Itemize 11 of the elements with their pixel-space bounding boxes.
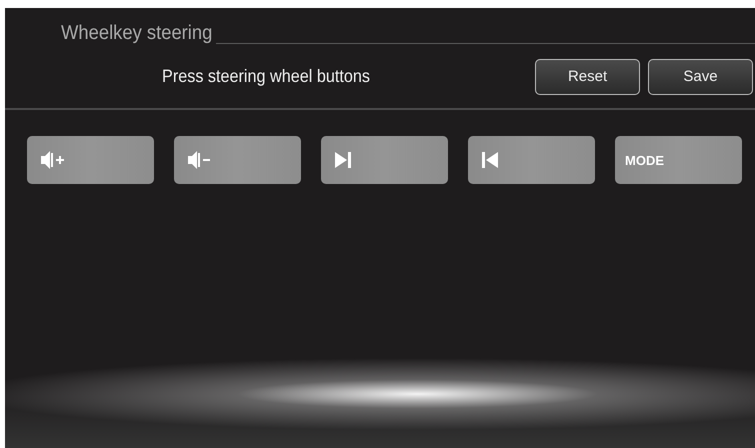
steering-key-button[interactable] [468, 136, 595, 184]
action-button[interactable]: Reset [535, 58, 640, 94]
skip-next-icon [335, 152, 351, 168]
steering-key-button[interactable] [321, 136, 448, 184]
volume-up-icon [41, 151, 67, 169]
screen-title: Wheelkey steering [61, 21, 212, 45]
skip-previous-icon [482, 152, 498, 168]
instruction-text: Press steering wheel buttons [161, 66, 372, 87]
steering-key-button[interactable] [27, 136, 154, 184]
steering-key-button[interactable] [174, 136, 301, 184]
action-button[interactable]: Save [648, 58, 753, 94]
